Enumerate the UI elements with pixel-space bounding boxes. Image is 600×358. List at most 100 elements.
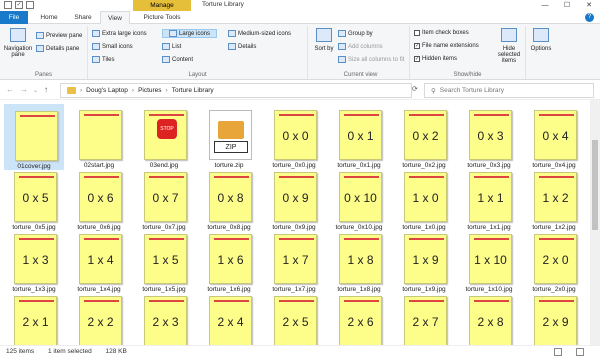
thumbnail-label: 1 x 4	[87, 253, 114, 267]
file-item[interactable]: 1 x 2 torture_1x2.jpg	[524, 166, 584, 232]
image-thumbnail: 1 x 6	[209, 234, 252, 284]
file-item[interactable]: 0 x 7 torture_0x7.jpg	[134, 166, 194, 232]
layout-list[interactable]: List	[162, 43, 181, 50]
layout-small[interactable]: Small icons	[92, 43, 133, 50]
folder-icon	[67, 87, 76, 94]
file-item[interactable]: ZIP torture.zip	[199, 104, 259, 170]
file-item[interactable]: 02start.jpg	[69, 104, 129, 170]
image-thumbnail: 0 x 5	[14, 172, 57, 222]
properties-icon[interactable]	[4, 1, 12, 9]
file-item[interactable]: 1 x 1 torture_1x1.jpg	[459, 166, 519, 232]
file-item[interactable]: 1 x 8 torture_1x8.jpg	[329, 228, 389, 294]
file-name-extensions[interactable]: ✓ File name extensions	[414, 43, 479, 49]
check-icon[interactable]: ✓	[15, 1, 23, 9]
file-extensions-checkbox[interactable]: ✓	[414, 43, 420, 49]
preview-pane-button[interactable]: Preview pane	[36, 32, 82, 39]
file-item[interactable]: 2 x 0 torture_2x0.jpg	[524, 228, 584, 294]
layout-large[interactable]: Large icons	[162, 29, 218, 38]
details-pane-button[interactable]: Details pane	[36, 45, 79, 52]
file-item[interactable]: 0 x 6 torture_0x6.jpg	[69, 166, 129, 232]
item-check-boxes-checkbox[interactable]	[414, 30, 420, 36]
file-item[interactable]: 0 x 5 torture_0x5.jpg	[4, 166, 64, 232]
close-button[interactable]: ✕	[578, 0, 600, 11]
file-item[interactable]: STOP 03end.jpg	[134, 104, 194, 170]
file-item[interactable]: 2 x 1torture_2x1.jpg	[4, 290, 64, 345]
file-item[interactable]: 1 x 7 torture_1x7.jpg	[264, 228, 324, 294]
help-icon[interactable]: ?	[585, 13, 594, 22]
maximize-button[interactable]: ☐	[556, 0, 578, 11]
file-item[interactable]: 2 x 6torture_2x6.jpg	[329, 290, 389, 345]
layout-medium[interactable]: Medium-sized icons	[228, 30, 291, 37]
tab-file[interactable]: File	[0, 11, 28, 24]
options-button[interactable]: Options	[528, 28, 554, 52]
thumbnail-header	[474, 114, 509, 116]
file-item[interactable]: 0 x 8 torture_0x8.jpg	[199, 166, 259, 232]
hide-selected-button[interactable]: Hide selected items	[494, 28, 524, 64]
file-item[interactable]: 2 x 3torture_2x3.jpg	[134, 290, 194, 345]
file-item[interactable]: 2 x 5torture_2x5.jpg	[264, 290, 324, 345]
file-item[interactable]: 2 x 4torture_2x4.jpg	[199, 290, 259, 345]
file-item[interactable]: 0 x 9 torture_0x9.jpg	[264, 166, 324, 232]
breadcrumb-item[interactable]: Doug's Laptop	[86, 87, 128, 94]
thumbnail-header	[149, 176, 184, 178]
back-arrow-icon[interactable]: ←	[6, 85, 14, 94]
tab-share[interactable]: Share	[66, 11, 100, 24]
sort-by-button[interactable]: Sort by	[314, 28, 334, 52]
folder-icon[interactable]	[26, 1, 34, 9]
details-view-icon[interactable]	[554, 348, 562, 356]
layout-content[interactable]: Content	[162, 56, 193, 63]
thumbnail-label: 0 x 1	[347, 129, 374, 143]
file-item[interactable]: 0 x 4 torture_0x4.jpg	[524, 104, 584, 170]
large-icons-view-icon[interactable]	[576, 348, 584, 356]
forward-arrow-icon[interactable]: →	[20, 85, 28, 94]
view-toggles	[554, 348, 596, 356]
layout-tiles[interactable]: Tiles	[92, 56, 114, 63]
breadcrumb-item[interactable]: Torture Library	[172, 87, 214, 94]
item-check-boxes[interactable]: Item check boxes	[414, 30, 469, 36]
refresh-icon[interactable]: ⟳	[412, 85, 418, 93]
search-input[interactable]: ⚲ Search Torture Library	[424, 83, 594, 98]
file-item[interactable]: 0 x 10 torture_0x10.jpg	[329, 166, 389, 232]
group-by-button[interactable]: Group by	[338, 30, 373, 37]
navigation-pane-button[interactable]: Navigation pane	[3, 28, 33, 58]
address-bar[interactable]: › Doug's Laptop › Pictures › Torture Lib…	[60, 83, 412, 98]
add-columns-button[interactable]: Add columns	[338, 43, 383, 50]
file-item[interactable]: 1 x 5 torture_1x5.jpg	[134, 228, 194, 294]
file-item[interactable]: 1 x 6 torture_1x6.jpg	[199, 228, 259, 294]
file-item[interactable]: 0 x 3 torture_0x3.jpg	[459, 104, 519, 170]
file-item[interactable]: 1 x 0 torture_1x0.jpg	[394, 166, 454, 232]
manage-context-tab[interactable]: Manage	[133, 0, 191, 11]
thumbnail-header	[214, 300, 249, 302]
hidden-items[interactable]: ✓ Hidden items	[414, 56, 457, 62]
file-item[interactable]: 2 x 8torture_2x8.jpg	[459, 290, 519, 345]
file-item[interactable]: 1 x 3 torture_1x3.jpg	[4, 228, 64, 294]
file-item[interactable]: 2 x 7torture_2x7.jpg	[394, 290, 454, 345]
selection-count: 1 item selected	[48, 348, 92, 355]
tab-picture-tools[interactable]: Picture Tools	[133, 11, 191, 24]
scrollbar-thumb[interactable]	[592, 140, 598, 230]
minimize-button[interactable]: —	[534, 0, 556, 11]
file-item[interactable]: 0 x 2 torture_0x2.jpg	[394, 104, 454, 170]
hidden-items-checkbox[interactable]: ✓	[414, 56, 420, 62]
layout-extra-large[interactable]: Extra large icons	[92, 30, 147, 37]
breadcrumb-item[interactable]: Pictures	[138, 87, 161, 94]
thumbnail-label: 2 x 4	[217, 315, 244, 329]
image-thumbnail: 2 x 3	[144, 296, 187, 345]
options-label: Options	[530, 46, 552, 52]
size-columns-button[interactable]: Size all columns to fit	[338, 56, 404, 63]
layout-details[interactable]: Details	[228, 43, 256, 50]
tab-home[interactable]: Home	[32, 11, 66, 24]
image-thumbnail: 2 x 2	[79, 296, 122, 345]
file-item[interactable]: 0 x 0 torture_0x0.jpg	[264, 104, 324, 170]
file-item[interactable]: 0 x 1 torture_0x1.jpg	[329, 104, 389, 170]
file-item[interactable]: 1 x 10 torture_1x10.jpg	[459, 228, 519, 294]
file-item[interactable]: 2 x 2torture_2x2.jpg	[69, 290, 129, 345]
file-item[interactable]: 1 x 9 torture_1x9.jpg	[394, 228, 454, 294]
file-item[interactable]: 01cover.jpg	[4, 104, 64, 170]
file-item[interactable]: 2 x 9torture_2x9.jpg	[524, 290, 584, 345]
vertical-scrollbar[interactable]	[590, 100, 600, 345]
tab-view[interactable]: View	[100, 11, 130, 25]
file-item[interactable]: 1 x 4 torture_1x4.jpg	[69, 228, 129, 294]
recent-chevron-icon[interactable]: ⌄	[33, 87, 38, 94]
up-arrow-icon[interactable]: ↑	[44, 85, 48, 94]
